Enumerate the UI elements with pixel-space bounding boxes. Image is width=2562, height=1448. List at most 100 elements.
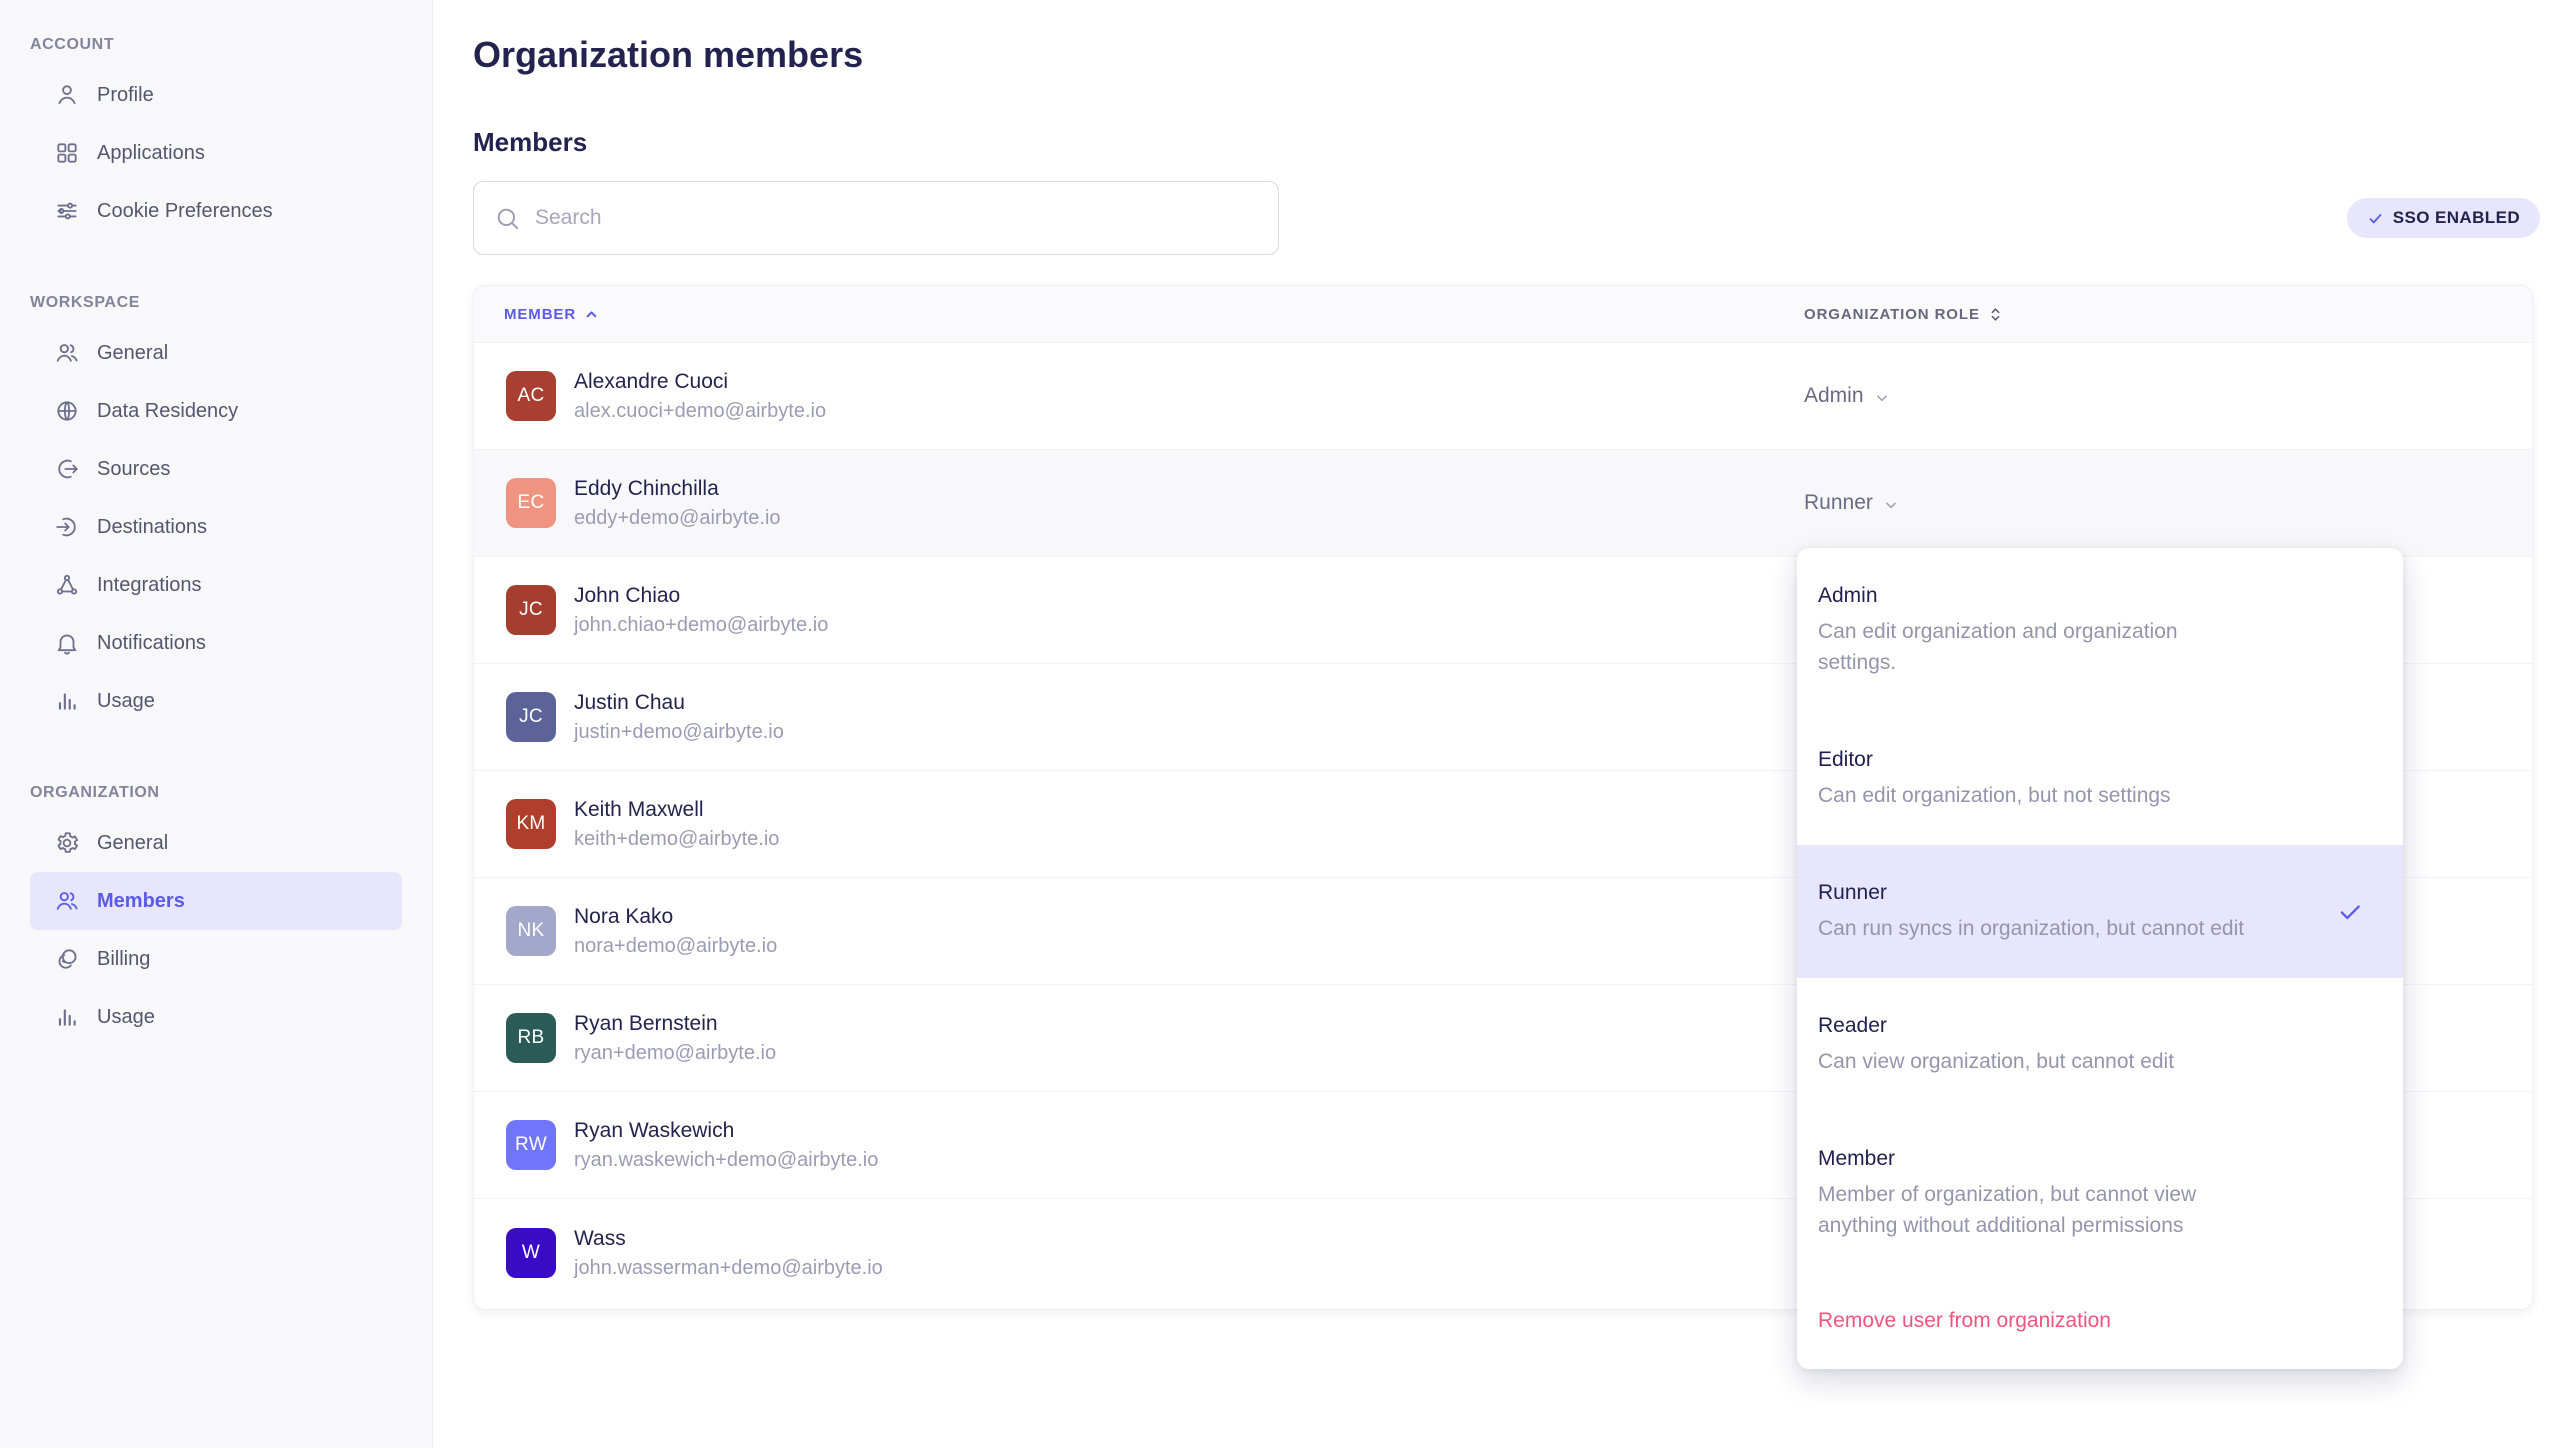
role-option-admin[interactable]: AdminCan edit organization and organizat…	[1797, 548, 2403, 712]
sidebar-item-applications[interactable]: Applications	[30, 124, 402, 182]
member-email: keith+demo@airbyte.io	[574, 827, 779, 851]
sidebar-item-label: Members	[97, 890, 185, 913]
member-name: John Chiao	[574, 583, 828, 608]
member-email: john.chiao+demo@airbyte.io	[574, 613, 828, 637]
bell-icon	[54, 630, 80, 656]
sidebar-item-label: General	[97, 342, 168, 365]
sidebar-item-profile[interactable]: Profile	[30, 66, 402, 124]
member-email: alex.cuoci+demo@airbyte.io	[574, 399, 826, 423]
role-select-value: Runner	[1804, 491, 1873, 515]
settings-sidebar: ACCOUNTProfileApplicationsCookie Prefere…	[0, 0, 433, 1448]
bars-icon	[54, 1004, 80, 1030]
sidebar-item-label: Profile	[97, 84, 154, 107]
member-email: ryan+demo@airbyte.io	[574, 1041, 776, 1065]
member-identity: Nora Kakonora+demo@airbyte.io	[574, 904, 777, 958]
sidebar-item-destinations[interactable]: Destinations	[30, 498, 402, 556]
organization-role-column-label: ORGANIZATION ROLE	[1804, 306, 1980, 323]
sidebar-item-billing[interactable]: Billing	[30, 930, 402, 988]
role-option-description: Can edit organization and organization s…	[1818, 616, 2246, 678]
member-identity: Ryan Waskewich ryan.waskewich+demo@airbyt…	[574, 1118, 878, 1172]
member-identity: Justin Chaujustin+demo@airbyte.io	[574, 690, 784, 744]
sidebar-item-label: Usage	[97, 690, 155, 713]
sidebar-item-label: Integrations	[97, 574, 202, 597]
sidebar-item-sources[interactable]: Sources	[30, 440, 402, 498]
member-name: Wass	[574, 1226, 883, 1251]
member-identity: Eddy Chinchillaeddy+demo@airbyte.io	[574, 476, 781, 530]
member-column-label: MEMBER	[504, 306, 576, 323]
globe-icon	[54, 398, 80, 424]
member-name: Ryan Waskewich	[574, 1118, 878, 1143]
sidebar-item-data-residency[interactable]: Data Residency	[30, 382, 402, 440]
grid-icon	[54, 140, 80, 166]
sidebar-item-members[interactable]: Members	[30, 872, 402, 930]
search-box[interactable]	[473, 181, 1279, 255]
member-name: Alexandre Cuoci	[574, 369, 826, 394]
destination-icon	[54, 514, 80, 540]
sidebar-item-label: General	[97, 832, 168, 855]
source-icon	[54, 456, 80, 482]
role-option-description: Can view organization, but cannot edit	[1818, 1046, 2246, 1077]
sidebar-section-workspace: WORKSPACE General Data Residency Sources Des…	[0, 292, 432, 730]
chevron-down-icon	[1883, 497, 1899, 513]
avatar: AC	[506, 371, 556, 421]
sidebar-item-label: Billing	[97, 948, 150, 971]
sidebar-item-integrations[interactable]: Integrations	[30, 556, 402, 614]
member-name: Nora Kako	[574, 904, 777, 929]
avatar: RW	[506, 1120, 556, 1170]
avatar: NK	[506, 906, 556, 956]
sidebar-item-label: Applications	[97, 142, 205, 165]
sidebar-section-label: ORGANIZATION	[0, 782, 432, 804]
sidebar-item-general[interactable]: General	[30, 814, 402, 872]
role-select-value: Admin	[1804, 384, 1864, 408]
sliders-icon	[54, 198, 80, 224]
member-identity: Keith Maxwell keith+demo@airbyte.io	[574, 797, 779, 851]
page-title: Organization members	[473, 34, 863, 76]
avatar: RB	[506, 1013, 556, 1063]
member-email: justin+demo@airbyte.io	[574, 720, 784, 744]
sidebar-item-usage[interactable]: Usage	[30, 672, 402, 730]
role-option-editor[interactable]: EditorCan edit organization, but not set…	[1797, 712, 2403, 845]
coins-icon	[54, 946, 80, 972]
member-email: john.wasserman+demo@airbyte.io	[574, 1256, 883, 1280]
search-icon	[494, 205, 521, 232]
members-toolbar: SSO ENABLED	[473, 181, 2540, 255]
column-header-organization-role[interactable]: ORGANIZATION ROLE	[1804, 306, 2004, 323]
sidebar-section-account: ACCOUNTProfileApplicationsCookie Prefere…	[0, 34, 432, 240]
network-icon	[54, 572, 80, 598]
sidebar-section-label: WORKSPACE	[0, 292, 432, 314]
search-input[interactable]	[535, 206, 1258, 230]
selected-check-icon	[2337, 899, 2363, 925]
avatar: KM	[506, 799, 556, 849]
sidebar-item-general[interactable]: General	[30, 324, 402, 382]
role-option-name: Member	[1818, 1145, 2379, 1173]
sidebar-item-usage[interactable]: Usage	[30, 988, 402, 1046]
sidebar-item-label: Sources	[97, 458, 170, 481]
member-name: Keith Maxwell	[574, 797, 779, 822]
sidebar-item-notifications[interactable]: Notifications	[30, 614, 402, 672]
column-header-member[interactable]: MEMBER	[504, 306, 600, 323]
bars-icon	[54, 688, 80, 714]
member-email: eddy+demo@airbyte.io	[574, 506, 781, 530]
role-select[interactable]: Admin	[1804, 384, 1890, 408]
role-option-name: Runner	[1818, 879, 2379, 907]
sidebar-section-organization: ORGANIZATION General Members Billing Usage	[0, 782, 432, 1046]
sort-ascending-icon	[583, 306, 600, 323]
role-option-member[interactable]: MemberMember of organization, but cannot…	[1797, 1111, 2403, 1275]
member-identity: Wass john.wasserman+demo@airbyte.io	[574, 1226, 883, 1280]
role-select[interactable]: Runner	[1804, 491, 1899, 515]
avatar: JC	[506, 692, 556, 742]
member-email: ryan.waskewich+demo@airbyte.io	[574, 1148, 878, 1172]
role-option-reader[interactable]: ReaderCan view organization, but cannot …	[1797, 978, 2403, 1111]
sidebar-item-label: Destinations	[97, 516, 207, 539]
remove-user-from-organization-link[interactable]: Remove user from organization	[1797, 1275, 2403, 1367]
avatar: JC	[506, 585, 556, 635]
role-option-description: Can run syncs in organization, but canno…	[1818, 913, 2246, 944]
sso-enabled-badge: SSO ENABLED	[2347, 198, 2540, 238]
avatar: W	[506, 1228, 556, 1278]
role-option-runner[interactable]: Runner Can run syncs in organization, but…	[1797, 845, 2403, 978]
sort-toggle-icon	[1987, 306, 2004, 323]
chevron-down-icon	[1874, 390, 1890, 406]
sidebar-item-cookie-preferences[interactable]: Cookie Preferences	[30, 182, 402, 240]
role-option-description: Can edit organization, but not settings	[1818, 780, 2246, 811]
users-icon	[54, 888, 80, 914]
